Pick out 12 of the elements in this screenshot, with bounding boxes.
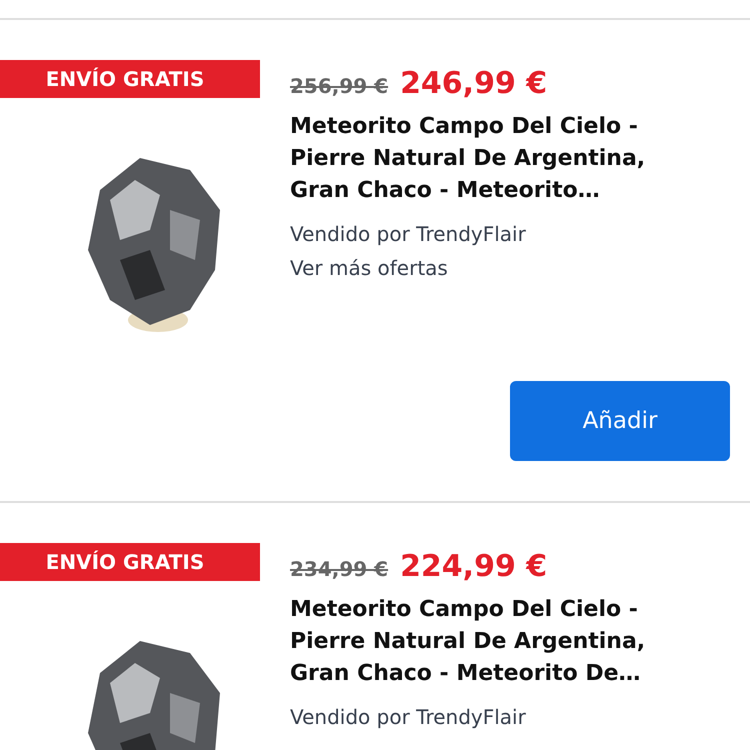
- more-offers-link[interactable]: Ver más ofertas: [290, 251, 730, 285]
- seller-text: Vendido por TrendyFlair: [290, 704, 527, 731]
- old-price: 234,99 €: [290, 557, 388, 581]
- price: 224,99 €: [400, 549, 548, 584]
- free-shipping-badge: ENVÍO GRATIS: [0, 543, 260, 581]
- product-title[interactable]: Meteorito Campo Del Cielo - Pierre Natural De Argentina, Gran Chaco - Meteorito De…: [290, 594, 690, 690]
- price: 246,99 €: [400, 66, 548, 101]
- product-title[interactable]: Meteorito Campo Del Cielo - Pierre Natural De Argentina, Gran Chaco - Meteorito…: [290, 111, 690, 207]
- add-button[interactable]: Añadir: [510, 381, 730, 461]
- old-price: 256,99 €: [290, 74, 388, 98]
- free-shipping-badge: ENVÍO GRATIS: [0, 60, 260, 98]
- seller-text: Vendido por TrendyFlair: [290, 221, 527, 248]
